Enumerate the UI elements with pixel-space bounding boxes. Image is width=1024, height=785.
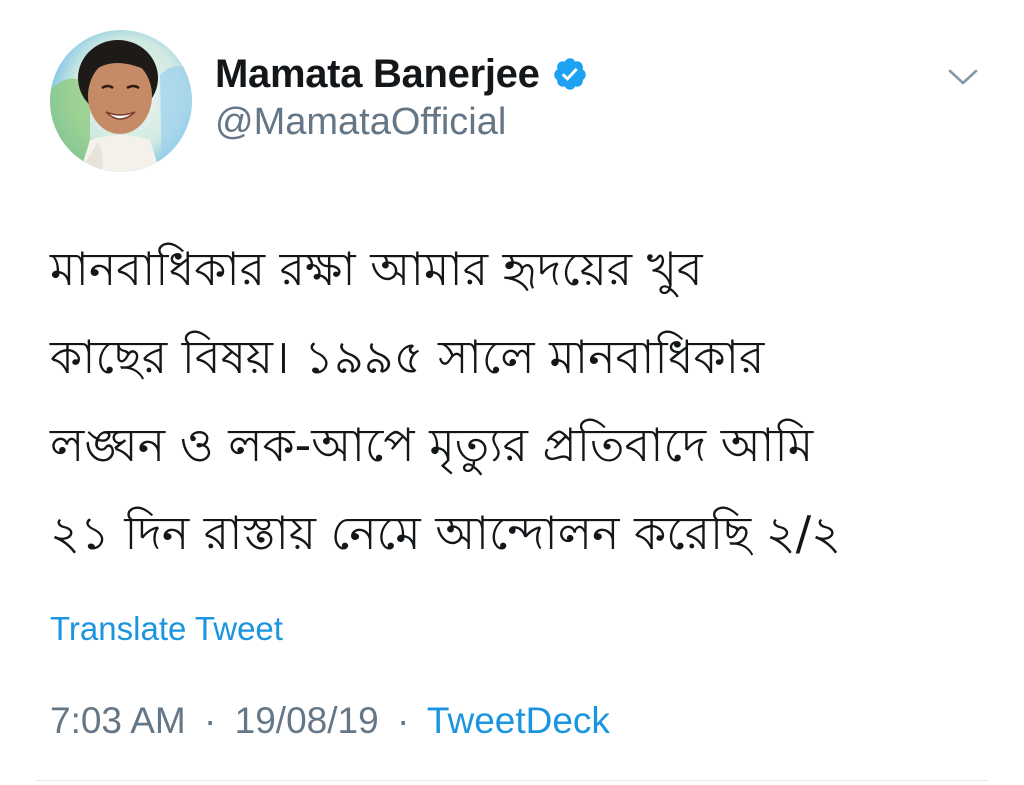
profile-photo-icon [50, 30, 192, 172]
tweet-metadata: 7:03 AM · 19/08/19 · TweetDeck [50, 700, 610, 742]
meta-separator: · [396, 700, 410, 741]
divider [36, 780, 988, 781]
chevron-down-icon [948, 69, 978, 85]
author-handle[interactable]: @MamataOfficial [215, 101, 506, 144]
tweet-menu-button[interactable] [944, 62, 982, 92]
verified-badge-icon [552, 56, 588, 92]
translate-tweet-link[interactable]: Translate Tweet [50, 610, 283, 648]
author-name-row: Mamata Banerjee [215, 50, 588, 98]
tweet-text: মানবাধিকার রক্ষা আমার হৃদয়ের খুব কাছের … [50, 242, 842, 560]
meta-separator: · [204, 700, 217, 741]
tweet-date[interactable]: 19/08/19 [235, 700, 379, 741]
tweet-card: Mamata Banerjee @MamataOfficial মানবাধিক… [0, 0, 1024, 785]
display-name[interactable]: Mamata Banerjee [215, 52, 540, 97]
avatar[interactable] [50, 30, 192, 172]
tweet-time[interactable]: 7:03 AM [50, 700, 186, 741]
tweet-source-link[interactable]: TweetDeck [427, 700, 610, 741]
